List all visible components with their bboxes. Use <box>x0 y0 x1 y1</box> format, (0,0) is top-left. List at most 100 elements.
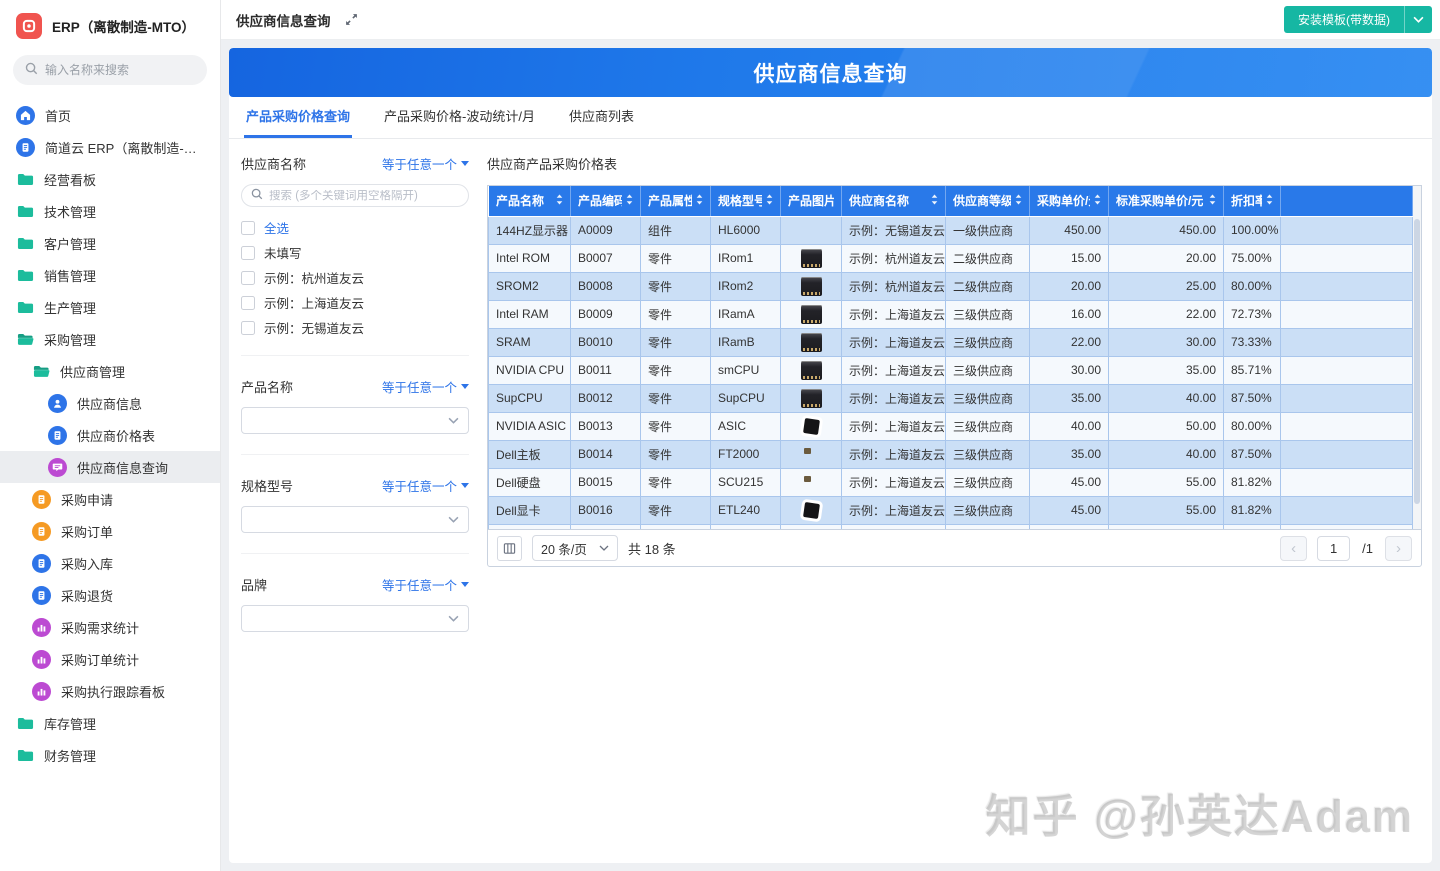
filter-operator[interactable]: 等于任意一个 <box>382 476 469 495</box>
product-image[interactable] <box>801 305 822 324</box>
column-header-sortable[interactable]: 采购单价/元 <box>1030 186 1109 216</box>
sidebar-item-purchase-order-stats[interactable]: 采购订单统计 <box>0 643 220 675</box>
product-image[interactable] <box>801 361 822 380</box>
product-image[interactable] <box>801 277 822 296</box>
table-row[interactable]: Dell显卡B0016零件ETL240示例：上海道友云三级供应商45.0055.… <box>489 496 1413 524</box>
doc-icon <box>48 426 67 445</box>
tab-1[interactable]: 产品采购价格-波动统计/月 <box>382 106 537 138</box>
filter-supplier-search-input[interactable] <box>269 190 459 202</box>
table-panel: 供应商产品采购价格表 产品名称产品编码产品属性规格型号产品图片供应商名称供应商等… <box>487 154 1422 632</box>
sidebar-item-supplier-info[interactable]: 供应商信息 <box>0 387 220 419</box>
sidebar-item-purchase-tracking-board[interactable]: 采购执行跟踪看板 <box>0 675 220 707</box>
product-image[interactable] <box>801 473 821 492</box>
sidebar-item-purchase-demand-stats[interactable]: 采购需求统计 <box>0 611 220 643</box>
cell-discount: 87.50% <box>1224 440 1281 468</box>
sidebar-item-sales-mgmt[interactable]: 销售管理 <box>0 259 220 291</box>
product-image[interactable] <box>803 418 820 435</box>
table-row[interactable]: SRAMB0010零件IRamB示例：上海道友云三级供应商22.0030.007… <box>489 328 1413 356</box>
folder-icon <box>16 203 34 219</box>
product-image[interactable] <box>801 333 822 352</box>
tab-2[interactable]: 供应商列表 <box>567 106 636 138</box>
column-header-sortable[interactable]: 产品属性 <box>641 186 711 216</box>
sidebar-item-supplier-info-query[interactable]: 供应商信息查询 <box>0 451 220 483</box>
table-row[interactable]: Intel RAMB0009零件IRamA示例：上海道友云三级供应商16.002… <box>489 300 1413 328</box>
tab-0[interactable]: 产品采购价格查询 <box>244 106 352 138</box>
table-row[interactable]: NVIDIA ASICB0013零件ASIC示例：上海道友云三级供应商40.00… <box>489 412 1413 440</box>
scrollbar-thumb[interactable] <box>1414 219 1420 504</box>
filter-select-product-name[interactable] <box>241 407 469 434</box>
sidebar-item-tech-mgmt[interactable]: 技术管理 <box>0 195 220 227</box>
filter-operator[interactable]: 等于任意一个 <box>382 575 469 594</box>
sidebar-item-production-mgmt[interactable]: 生产管理 <box>0 291 220 323</box>
sidebar-item-customer-mgmt[interactable]: 客户管理 <box>0 227 220 259</box>
table-row[interactable]: SupCPUB0012零件SupCPU示例：上海道友云三级供应商35.0040.… <box>489 384 1413 412</box>
sidebar-item-supplier-mgmt[interactable]: 供应商管理 <box>0 355 220 387</box>
sidebar-search[interactable] <box>13 55 207 85</box>
table-row[interactable]: 联想主板B0017零件FC2000示例：杭州道友云三级供应商35.0040.00… <box>489 524 1413 530</box>
filter-operator[interactable]: 等于任意一个 <box>382 377 469 396</box>
product-image[interactable] <box>801 249 822 268</box>
doc-icon <box>16 138 35 157</box>
supplier-option[interactable]: 未填写 <box>241 245 469 260</box>
install-template-split-button: 安装模板(带数据) <box>1284 6 1432 33</box>
column-header-sortable[interactable]: 产品编码 <box>571 186 641 216</box>
sidebar-item-finance-mgmt[interactable]: 财务管理 <box>0 739 220 771</box>
cell-name: SROM2 <box>489 272 571 300</box>
supplier-option[interactable]: 示例：无锡道友云 <box>241 320 469 335</box>
install-template-dropdown-button[interactable] <box>1404 6 1432 33</box>
table-row[interactable]: Dell硬盘B0015零件SCU215示例：上海道友云三级供应商45.0055.… <box>489 468 1413 496</box>
page-number-input[interactable] <box>1317 536 1350 561</box>
sidebar-item-purchase-order[interactable]: 采购订单 <box>0 515 220 547</box>
filter-supplier-operator[interactable]: 等于任意一个 <box>382 154 469 173</box>
product-image[interactable] <box>801 529 821 531</box>
next-page-button[interactable]: › <box>1385 536 1412 561</box>
product-image[interactable] <box>803 502 820 519</box>
cell-image <box>781 384 842 412</box>
filter-select-brand[interactable] <box>241 605 469 632</box>
sidebar-item-purchase-return[interactable]: 采购退货 <box>0 579 220 611</box>
sort-icon <box>1209 194 1216 208</box>
cell-code: B0011 <box>571 356 641 384</box>
column-header-sortable[interactable]: 标准采购单价/元 <box>1109 186 1224 216</box>
sidebar-item-purchase-mgmt[interactable]: 采购管理 <box>0 323 220 355</box>
supplier-option[interactable]: 示例：杭州道友云 <box>241 270 469 285</box>
cell-std_price: 55.00 <box>1109 468 1224 496</box>
install-template-button[interactable]: 安装模板(带数据) <box>1284 6 1404 33</box>
sidebar-item-label: 采购管理 <box>44 330 96 349</box>
column-settings-button[interactable] <box>497 536 522 561</box>
sidebar-item-purchase-inbound[interactable]: 采购入库 <box>0 547 220 579</box>
column-header-sortable[interactable]: 供应商等级 <box>946 186 1030 216</box>
cell-supplier: 示例：上海道友云 <box>842 300 946 328</box>
sidebar-item-supplier-price-list[interactable]: 供应商价格表 <box>0 419 220 451</box>
product-image[interactable] <box>801 389 822 408</box>
table-row[interactable]: 144HZ显示器A0009组件HL6000示例：无锡道友云一级供应商450.00… <box>489 216 1413 244</box>
sidebar-item-business-dashboard[interactable]: 经营看板 <box>0 163 220 195</box>
sidebar-item-purchase-request[interactable]: 采购申请 <box>0 483 220 515</box>
sidebar-item-inventory-mgmt[interactable]: 库存管理 <box>0 707 220 739</box>
checkbox[interactable] <box>241 296 255 310</box>
prev-page-button[interactable]: ‹ <box>1280 536 1307 561</box>
supplier-option[interactable]: 全选 <box>241 220 469 235</box>
checkbox[interactable] <box>241 321 255 335</box>
checkbox[interactable] <box>241 246 255 260</box>
page-size-select[interactable]: 20 条/页 <box>532 535 618 561</box>
filter-select-spec-model[interactable] <box>241 506 469 533</box>
product-image[interactable] <box>801 445 821 464</box>
filter-supplier-search[interactable] <box>241 184 469 207</box>
checkbox[interactable] <box>241 221 255 235</box>
table-row[interactable]: Dell主板B0014零件FT2000示例：上海道友云三级供应商35.0040.… <box>489 440 1413 468</box>
column-header-sortable[interactable]: 折扣率 <box>1224 186 1281 216</box>
column-header-sortable[interactable]: 规格型号 <box>711 186 781 216</box>
column-header-sortable[interactable]: 供应商名称 <box>842 186 946 216</box>
checkbox[interactable] <box>241 271 255 285</box>
supplier-option[interactable]: 示例：上海道友云 <box>241 295 469 310</box>
table-vertical-scrollbar[interactable] <box>1413 186 1421 529</box>
sidebar-item-jdy-erp[interactable]: 简道云 ERP（离散制造-MTO）... <box>0 131 220 163</box>
table-row[interactable]: SROM2B0008零件IRom2示例：杭州道友云二级供应商20.0025.00… <box>489 272 1413 300</box>
fullscreen-icon[interactable] <box>345 13 358 26</box>
table-row[interactable]: NVIDIA CPUB0011零件smCPU示例：上海道友云三级供应商30.00… <box>489 356 1413 384</box>
table-row[interactable]: Intel ROMB0007零件IRom1示例：杭州道友云二级供应商15.002… <box>489 244 1413 272</box>
sidebar-item-home[interactable]: 首页 <box>0 99 220 131</box>
column-header-sortable[interactable]: 产品名称 <box>489 186 571 216</box>
sidebar-search-input[interactable] <box>45 63 195 77</box>
